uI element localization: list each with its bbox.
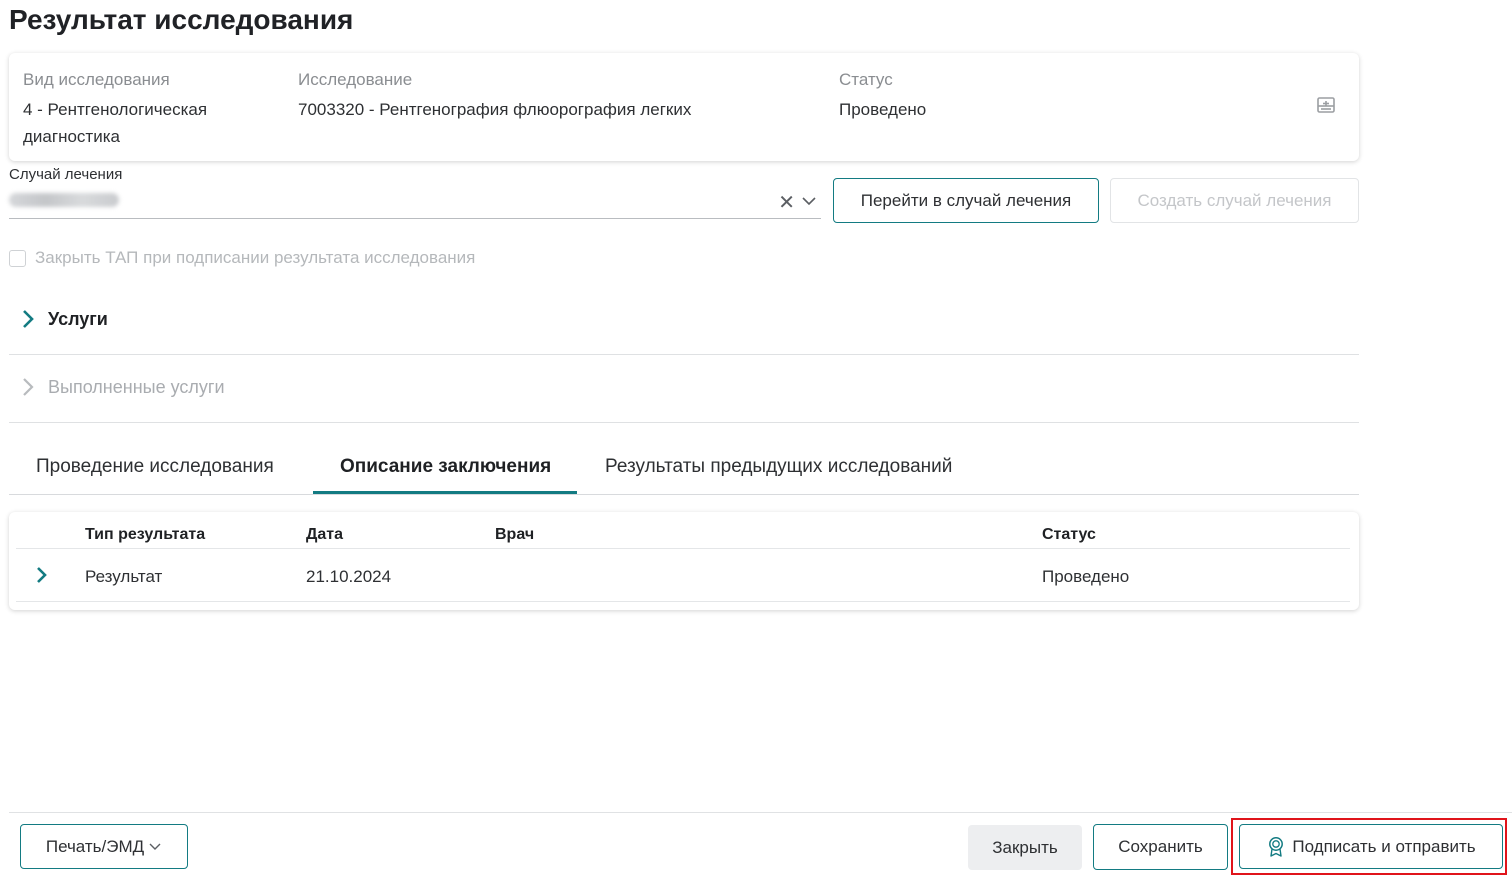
- table-header-divider: [16, 548, 1350, 549]
- close-tap-checkbox[interactable]: [9, 249, 26, 267]
- tab-previous-results[interactable]: Результаты предыдущих исследований: [605, 456, 952, 478]
- chevron-right-icon: [23, 378, 34, 396]
- print-emd-button-label: Печать/ЭМД: [45, 836, 145, 856]
- column-header-status[interactable]: Статус: [1042, 526, 1096, 544]
- column-header-date[interactable]: Дата: [306, 526, 343, 544]
- tab-conclusion-description[interactable]: Описание заключения: [340, 456, 551, 478]
- treatment-case-value-redacted: [9, 193, 119, 207]
- study-type-label: Вид исследования: [23, 70, 170, 89]
- study-type-block: Вид исследования 4 - Рентгенологическая …: [23, 69, 207, 150]
- study-type-value-line1: 4 - Рентгенологическая: [23, 100, 208, 119]
- study-type-value-line2: диагностика: [23, 127, 120, 146]
- sign-and-send-button-label: Подписать и отправить: [1292, 836, 1476, 856]
- status-value: Проведено: [839, 100, 927, 119]
- scanner-icon[interactable]: [1317, 97, 1335, 113]
- create-case-button[interactable]: Создать случай лечения: [1110, 178, 1359, 223]
- study-info-card: Вид исследования 4 - Рентгенологическая …: [9, 53, 1359, 161]
- cell-type: Результат: [85, 567, 163, 586]
- footer-divider: [9, 812, 1512, 813]
- results-table: Тип результата Дата Врач Статус Результа…: [9, 512, 1359, 610]
- section-services[interactable]: Услуги: [9, 288, 1359, 355]
- table-row-divider: [16, 601, 1350, 602]
- status-block: Статус Проведено: [839, 69, 926, 123]
- cell-status: Проведено: [1042, 567, 1130, 586]
- clear-icon[interactable]: ✕: [778, 193, 795, 213]
- close-tap-checkbox-label: Закрыть ТАП при подписании результата ис…: [35, 248, 476, 267]
- close-tap-checkbox-row[interactable]: Закрыть ТАП при подписании результата ис…: [9, 248, 475, 268]
- chevron-down-icon[interactable]: [801, 194, 817, 208]
- treatment-case-label: Случай лечения: [9, 166, 123, 183]
- chevron-down-icon: [149, 843, 161, 850]
- status-label: Статус: [839, 70, 893, 89]
- print-emd-button[interactable]: Печать/ЭМД: [20, 824, 188, 869]
- cell-date: 21.10.2024: [306, 567, 392, 586]
- sign-and-send-button[interactable]: Подписать и отправить: [1239, 824, 1503, 869]
- expand-row-chevron-icon[interactable]: [35, 565, 49, 585]
- active-tab-indicator: [313, 491, 577, 494]
- study-label: Исследование: [298, 70, 413, 89]
- section-completed-services[interactable]: Выполненные услуги: [9, 356, 1359, 423]
- page-title: Результат исследования: [9, 4, 354, 35]
- treatment-case-select[interactable]: ✕: [9, 184, 821, 219]
- column-header-doctor[interactable]: Врач: [495, 526, 534, 544]
- study-type-value: 4 - Рентгенологическая диагностика: [23, 96, 207, 150]
- save-button[interactable]: Сохранить: [1093, 824, 1228, 870]
- tab-bar: Проведение исследования Описание заключе…: [9, 440, 1359, 495]
- tab-study-conduct[interactable]: Проведение исследования: [36, 456, 274, 478]
- close-button[interactable]: Закрыть: [968, 825, 1082, 870]
- goto-case-button[interactable]: Перейти в случай лечения: [833, 178, 1099, 223]
- section-services-label: Услуги: [48, 309, 108, 329]
- certificate-icon: [1269, 836, 1284, 857]
- study-block: Исследование 7003320 - Рентгенография фл…: [298, 69, 691, 123]
- column-header-type[interactable]: Тип результата: [85, 526, 205, 544]
- chevron-right-icon: [23, 310, 34, 328]
- study-value: 7003320 - Рентгенография флюорография ле…: [298, 100, 692, 119]
- section-completed-services-label: Выполненные услуги: [48, 377, 225, 397]
